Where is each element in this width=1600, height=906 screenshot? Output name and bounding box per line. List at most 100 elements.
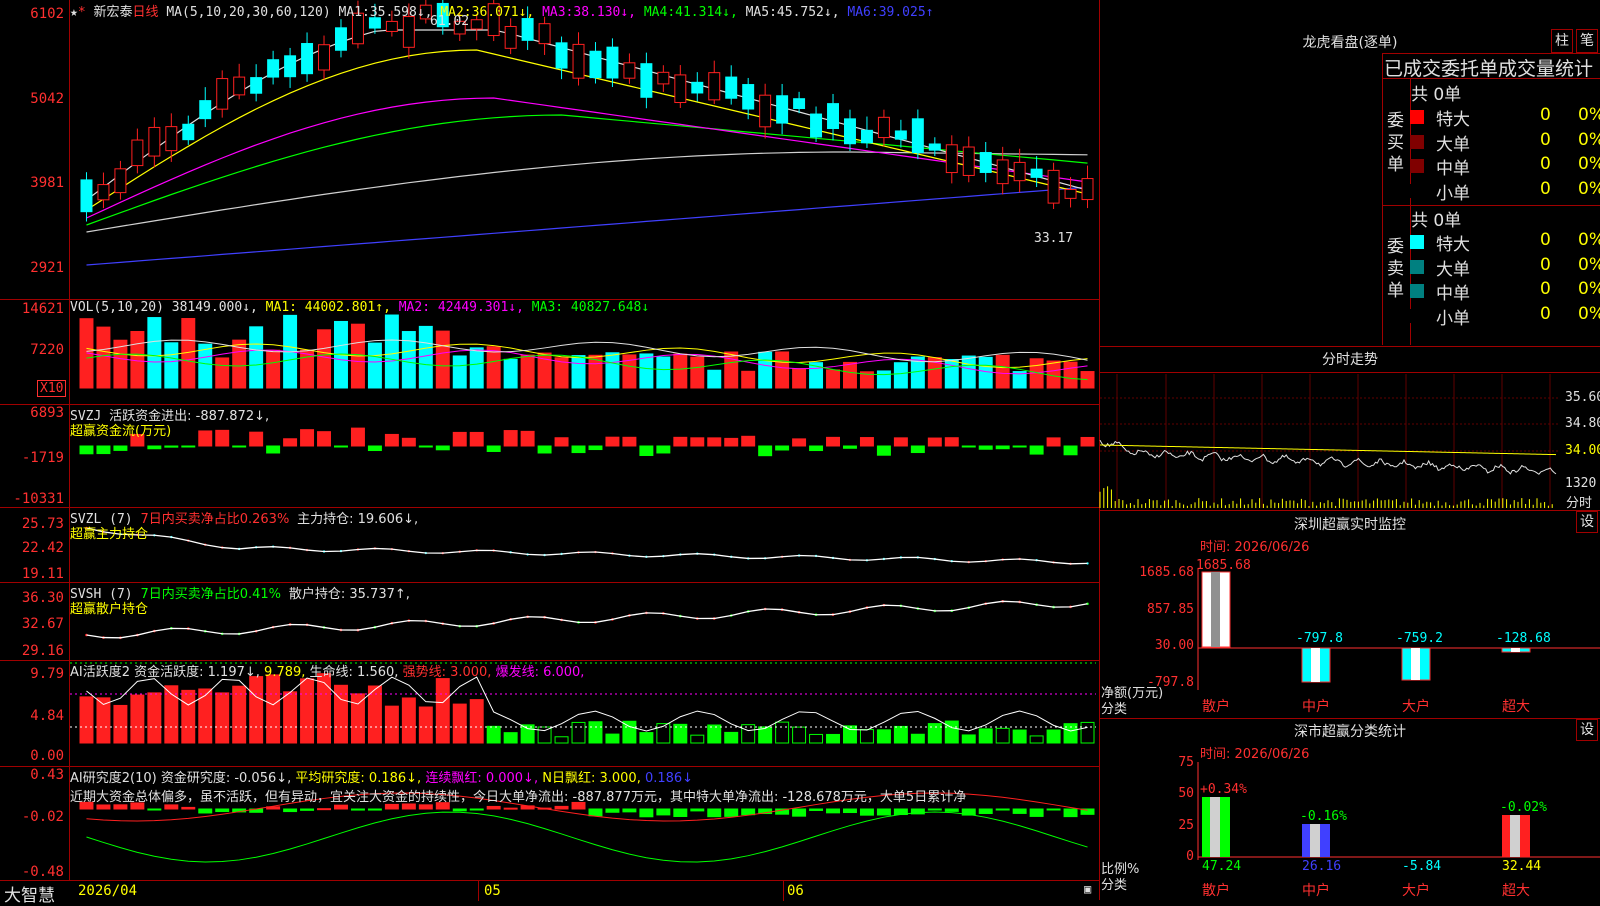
order-pct: 0%: [1578, 254, 1600, 275]
bar: [639, 732, 654, 744]
bar-mode-button[interactable]: 柱: [1551, 29, 1573, 53]
bar-highlight: [1411, 648, 1420, 680]
high-price-label: 61.02: [430, 14, 470, 29]
color-swatch-icon: [1410, 235, 1424, 249]
order-count: 0: [1540, 303, 1551, 324]
bar: [1080, 721, 1095, 744]
bar: [96, 326, 111, 389]
candle: [1081, 178, 1094, 201]
bar: [554, 805, 569, 810]
order-row-buy_rows: 大单 0 0%: [1410, 130, 1600, 155]
lock-icon[interactable]: ▣: [1084, 882, 1091, 896]
price-line: [1099, 439, 1557, 475]
kline-chart[interactable]: [0, 0, 1100, 299]
ma-label: MA3:: [542, 5, 574, 20]
color-swatch-icon: [1410, 159, 1424, 173]
bar: [639, 353, 654, 389]
svzj-panel[interactable]: SVZJ 活跃资金进出: -887.872↓, 超赢资金流(万元) 6893 -…: [0, 405, 1100, 508]
bar: [927, 808, 942, 811]
bar: [198, 430, 213, 447]
bar: [317, 431, 331, 447]
candle: [555, 42, 568, 69]
star-icon[interactable]: *: [78, 5, 86, 20]
order-row-buy_rows: 小单 0 0%: [1410, 179, 1600, 204]
sz-monitor-settings-button[interactable]: 设: [1576, 511, 1598, 533]
bar: [995, 727, 1010, 744]
bar: [96, 445, 111, 455]
sz-stat-bottom-value: 32.44: [1502, 859, 1542, 874]
candle: [538, 23, 551, 45]
y-tick: 0.00: [30, 748, 64, 764]
bar: [401, 437, 416, 447]
y-tick: -10331: [13, 491, 64, 507]
bar: [367, 808, 382, 811]
y-tick: 19.11: [21, 566, 64, 582]
bar: [367, 445, 382, 452]
bar: [469, 699, 484, 744]
sz-monitor-bar-value: -759.2: [1396, 631, 1443, 646]
bar: [876, 445, 891, 456]
bar: [944, 720, 959, 744]
ai-research-panel[interactable]: AI研究度2(10) 资金研究度: -0.056↓, 平均研究度: 0.186↓…: [0, 767, 1100, 880]
svsh-sub: 超赢散户持仓: [70, 602, 149, 617]
order-row-buy_rows: 中单 0 0%: [1410, 154, 1600, 179]
bar: [334, 445, 348, 448]
bar: [266, 674, 281, 744]
bar: [418, 325, 433, 389]
y-tick: 22.42: [21, 540, 64, 556]
ai-activity-panel[interactable]: AI活跃度2 资金活跃度: 1.197↓, 9.789, 生命线: 1.560,…: [0, 661, 1100, 767]
bar: [266, 445, 281, 454]
tick-mode-button[interactable]: 笔: [1576, 29, 1598, 53]
sell-orders-label: 委卖单: [1387, 237, 1404, 301]
bar: [826, 369, 840, 389]
candle: [640, 63, 653, 98]
order-pct: 0%: [1578, 303, 1600, 324]
bar: [452, 808, 467, 812]
bar: [418, 445, 433, 448]
order-pct: 0%: [1578, 154, 1600, 174]
svzl-sub: 超赢主力持仓: [70, 527, 149, 542]
candle: [708, 72, 721, 101]
panel-sep: [1100, 346, 1600, 347]
kline-panel[interactable]: ★* 新宏泰日线 MA(5,10,20,30,60,120) MA1:35.59…: [0, 0, 1100, 300]
bar: [198, 688, 213, 744]
intraday-bottom-label: 分时: [1566, 496, 1593, 511]
bar: [792, 726, 807, 744]
ma-header: MA(5,10,20,30,60,120): [166, 5, 331, 20]
order-type: 特大: [1436, 110, 1470, 130]
sz-stat-y-tick: 25: [1178, 818, 1194, 833]
bar: [452, 703, 467, 744]
bar: [350, 808, 365, 811]
ma-value: 36.071↓,: [471, 5, 535, 20]
sz-stat-time: 时间: 2026/06/26: [1200, 747, 1310, 762]
star-icon[interactable]: ★: [70, 5, 78, 20]
order-count: 0: [1540, 254, 1551, 275]
bar: [317, 808, 331, 811]
svsh-panel[interactable]: SVSH (7) 7日内买卖净占比0.41% 散户持仓: 35.737↑, 超赢…: [0, 583, 1100, 661]
kline-header: ★* 新宏泰日线 MA(5,10,20,30,60,120) MA1:35.59…: [70, 1, 933, 20]
bar: [367, 342, 382, 389]
candle: [623, 62, 636, 79]
color-swatch-icon: [1410, 284, 1424, 298]
low-price-label: 33.17: [1034, 231, 1074, 246]
bar: [859, 808, 874, 816]
volume-panel[interactable]: VOL(5,10,20) 38149.000↓, MA1: 44002.801↑…: [0, 300, 1100, 405]
bar: [452, 355, 467, 389]
y-tick: -0.48: [21, 864, 64, 880]
bar: [944, 359, 959, 389]
ma-line: [86, 29, 1088, 201]
sz-stat-y-tick: 75: [1178, 755, 1194, 770]
vol-header: VOL(5,10,20) 38149.000↓, MA1: 44002.801↑…: [70, 300, 650, 315]
order-type: 大单: [1436, 134, 1470, 155]
bar: [300, 429, 315, 447]
bar: [741, 724, 756, 744]
candle: [470, 19, 483, 30]
buy-orders-label: 委买单: [1387, 111, 1404, 175]
candle: [691, 81, 704, 94]
sz-stat-bottom-value: 47.24: [1202, 859, 1242, 874]
svzl-panel[interactable]: SVZL (7) 7日内买卖净占比0.263% 主力持仓: 19.606↓, 超…: [0, 508, 1100, 583]
ma-value: 45.752↓,: [776, 5, 840, 20]
volume-chart[interactable]: [0, 300, 1100, 404]
sz-stat-settings-button[interactable]: 设: [1576, 719, 1598, 741]
candle: [80, 179, 93, 213]
